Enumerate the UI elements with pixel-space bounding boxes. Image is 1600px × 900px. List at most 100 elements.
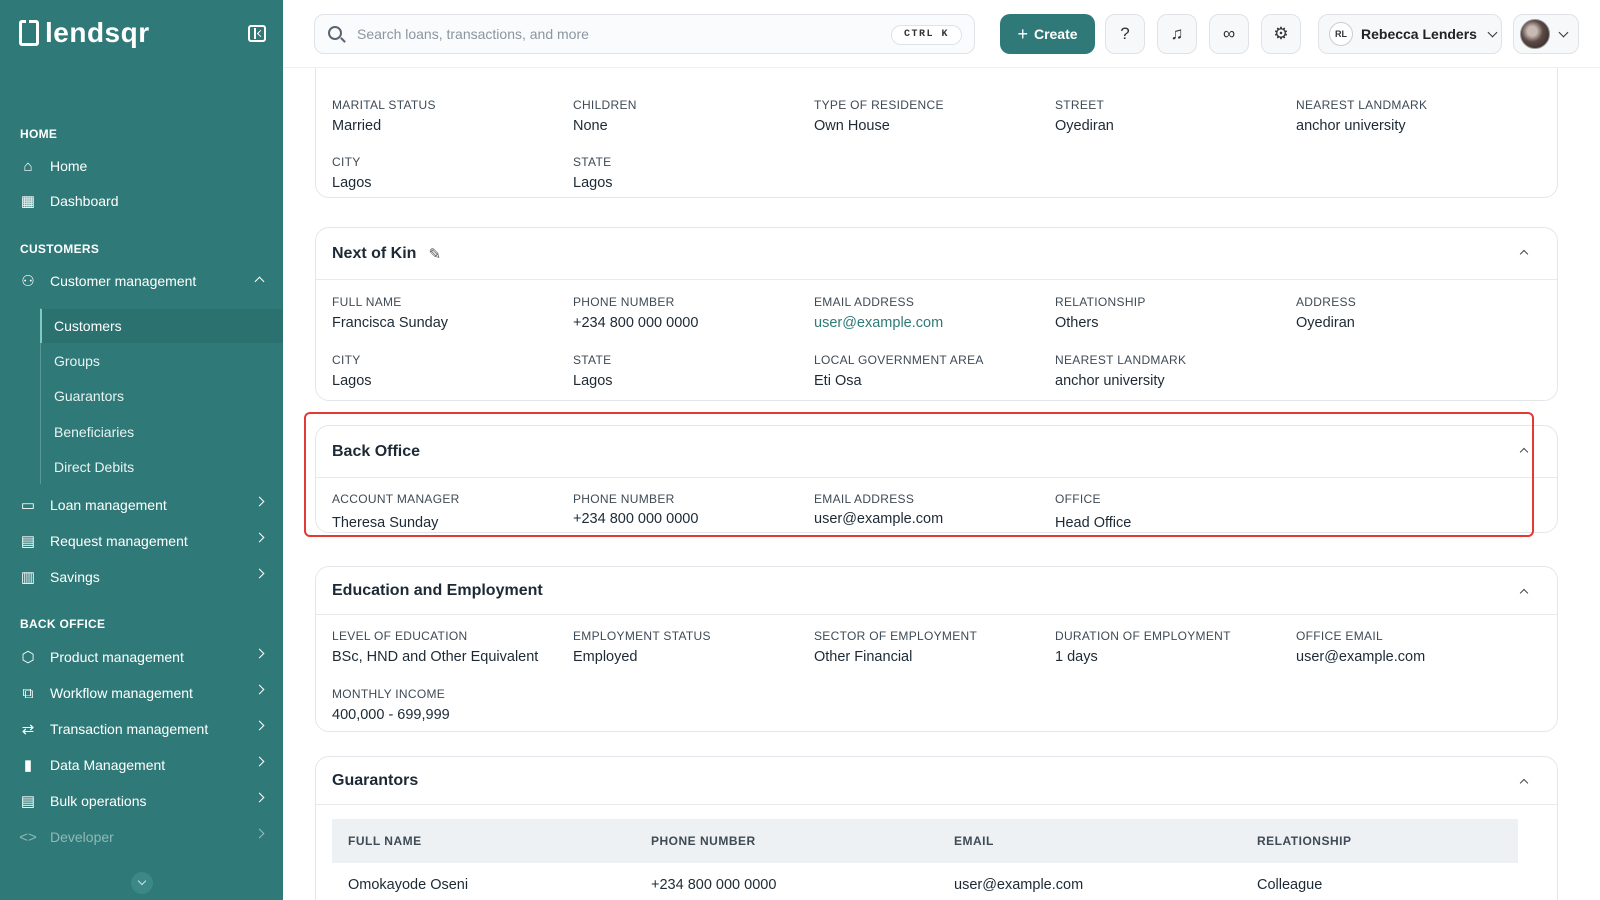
- email-link[interactable]: user@example.com: [814, 315, 1044, 331]
- field-phone-number: PHONE NUMBER +234 800 000 0000: [573, 295, 803, 331]
- sidebar-subitem-beneficiaries[interactable]: Beneficiaries: [40, 415, 283, 449]
- brand-logo[interactable]: lendsqr: [19, 17, 150, 49]
- collapse-sidebar-icon[interactable]: [248, 25, 266, 42]
- field-value: anchor university: [1296, 118, 1406, 134]
- field-duration-of-employment: DURATION OF EMPLOYMENT 1 days: [1055, 629, 1285, 665]
- back-office-header[interactable]: Back Office: [316, 426, 1557, 478]
- pencil-icon[interactable]: ✎: [428, 245, 441, 263]
- field-label: STREET: [1055, 98, 1105, 112]
- next-of-kin-header[interactable]: Next of Kin ✎: [316, 228, 1557, 280]
- field-value: BSc, HND and Other Equivalent: [332, 649, 539, 665]
- notifications-button[interactable]: ♫: [1157, 14, 1197, 54]
- create-button-label: Create: [1033, 26, 1078, 42]
- sidebar-item-request-management[interactable]: ▤ Request management: [0, 524, 283, 558]
- top-bar: CTRL K + Create ? ♫ ∞ ⚙ RL Rebecca Lende…: [283, 0, 1600, 68]
- chevron-right-icon: [254, 568, 265, 579]
- users-icon: ⚇: [21, 273, 35, 290]
- field-value: Lagos: [573, 175, 613, 191]
- field-monthly-income: MONTHLY INCOME 400,000 - 699,999: [332, 687, 562, 723]
- section-title-home: HOME: [20, 127, 58, 141]
- field-label: LEVEL OF EDUCATION: [332, 629, 468, 643]
- chevron-up-icon[interactable]: [1519, 249, 1529, 259]
- user-name: Rebecca Lenders: [1361, 26, 1477, 42]
- field-value: +234 800 000 0000: [573, 315, 699, 331]
- sidebar-subitem-direct-debits[interactable]: Direct Debits: [40, 450, 283, 484]
- sidebar-item-home[interactable]: ⌂ Home: [0, 149, 283, 183]
- field-employment-status: EMPLOYMENT STATUS Employed: [573, 629, 803, 665]
- sidebar-item-data-management[interactable]: ▮ Data Management: [0, 748, 283, 782]
- field-local-government-area: LOCAL GOVERNMENT AREA Eti Osa: [814, 353, 1044, 389]
- sidebar-item-dashboard[interactable]: ▦ Dashboard: [0, 184, 283, 218]
- gear-icon: ⚙: [1273, 24, 1289, 43]
- keyboard-shortcut-badge: CTRL K: [890, 25, 962, 45]
- settings-button[interactable]: ⚙: [1261, 14, 1301, 54]
- field-label: STATE: [573, 155, 612, 169]
- chevron-down-icon: [1558, 27, 1569, 37]
- chevron-right-icon: [254, 532, 265, 543]
- field-value: Married: [332, 118, 382, 134]
- sidebar-item-label: Developer: [50, 829, 114, 845]
- sidebar-item-label: Home: [50, 158, 88, 174]
- field-label: RELATIONSHIP: [1055, 295, 1146, 309]
- field-value: Lagos: [332, 175, 372, 191]
- sidebar-item-bulk-operations[interactable]: ▤ Bulk operations: [0, 784, 283, 818]
- field-label: STATE: [573, 353, 612, 367]
- column-header[interactable]: PHONE NUMBER: [635, 819, 938, 863]
- field-address: ADDRESS Oyediran: [1296, 295, 1526, 331]
- field-full-name: FULL NAME Francisca Sunday: [332, 295, 562, 331]
- transfer-icon: ⇄: [21, 721, 35, 738]
- sidebar-item-developer[interactable]: <> Developer: [0, 820, 283, 854]
- inbox-icon: ▤: [20, 793, 36, 810]
- chevron-up-icon[interactable]: [1519, 588, 1529, 598]
- field-label: EMAIL ADDRESS: [814, 295, 915, 309]
- field-value: None: [573, 118, 608, 134]
- field-value: Francisca Sunday: [332, 315, 449, 331]
- sidebar-item-savings[interactable]: ▥ Savings: [0, 560, 283, 594]
- field-nearest-landmark: NEAREST LANDMARK anchor university: [1055, 353, 1285, 389]
- back-office-card: Back Office ACCOUNT MANAGER Theresa Sund…: [315, 425, 1558, 533]
- sidebar-item-workflow-management[interactable]: ⧉ Workflow management: [0, 676, 283, 710]
- field-value: user@example.com: [1296, 649, 1426, 665]
- chevron-up-icon[interactable]: [1519, 778, 1529, 788]
- guarantors-header[interactable]: Guarantors: [316, 757, 1557, 805]
- sidebar-subitem-guarantors[interactable]: Guarantors: [40, 379, 283, 413]
- guarantors-card: Guarantors FULL NAME PHONE NUMBER EMAIL …: [315, 756, 1558, 900]
- help-icon: ?: [1120, 24, 1130, 43]
- create-button[interactable]: + Create: [1000, 14, 1095, 54]
- table-row[interactable]: Omokayode Oseni +234 800 000 0000 user@e…: [332, 863, 1518, 900]
- sidebar-item-label: Transaction management: [50, 721, 209, 737]
- table-header-row: FULL NAME PHONE NUMBER EMAIL RELATIONSHI…: [332, 819, 1518, 863]
- dashboard-icon: ▦: [20, 193, 36, 210]
- search-icon: [328, 26, 342, 40]
- chevron-right-icon: [254, 496, 265, 507]
- field-value: Oyediran: [1055, 118, 1114, 134]
- field-value: Oyediran: [1296, 315, 1355, 331]
- sidebar-item-loan-management[interactable]: ▭ Loan management: [0, 488, 283, 522]
- sidebar-subitem-customers[interactable]: Customers: [40, 309, 283, 343]
- field-label: SECTOR OF EMPLOYMENT: [814, 629, 978, 643]
- table-cell: Colleague: [1257, 877, 1323, 893]
- column-header[interactable]: RELATIONSHIP: [1241, 819, 1518, 863]
- table-cell: Omokayode Oseni: [348, 877, 469, 893]
- education-employment-header[interactable]: Education and Employment: [316, 567, 1557, 615]
- field-state: STATE Lagos: [573, 353, 803, 389]
- organization-switcher[interactable]: RL Rebecca Lenders: [1318, 14, 1502, 54]
- search-box[interactable]: CTRL K: [314, 14, 975, 54]
- profile-menu-button[interactable]: [1513, 14, 1579, 54]
- sidebar-item-customer-management[interactable]: ⚇ Customer management: [0, 264, 283, 298]
- help-button[interactable]: ?: [1105, 14, 1145, 54]
- search-input[interactable]: [357, 24, 857, 44]
- logo-mark-icon: [19, 20, 39, 46]
- section-title-back-office: BACK OFFICE: [20, 617, 106, 631]
- chevron-up-icon[interactable]: [1519, 447, 1529, 457]
- links-button[interactable]: ∞: [1209, 14, 1249, 54]
- sidebar-item-product-management[interactable]: ⬡ Product management: [0, 640, 283, 674]
- sidebar-subitem-groups[interactable]: Groups: [40, 344, 283, 378]
- brand-name: lendsqr: [45, 17, 150, 48]
- column-header[interactable]: FULL NAME: [332, 819, 635, 863]
- scroll-down-button[interactable]: [131, 872, 153, 894]
- column-header[interactable]: EMAIL: [938, 819, 1241, 863]
- field-value: Employed: [573, 649, 638, 665]
- sidebar-item-transaction-management[interactable]: ⇄ Transaction management: [0, 712, 283, 746]
- table-cell: +234 800 000 0000: [651, 877, 777, 893]
